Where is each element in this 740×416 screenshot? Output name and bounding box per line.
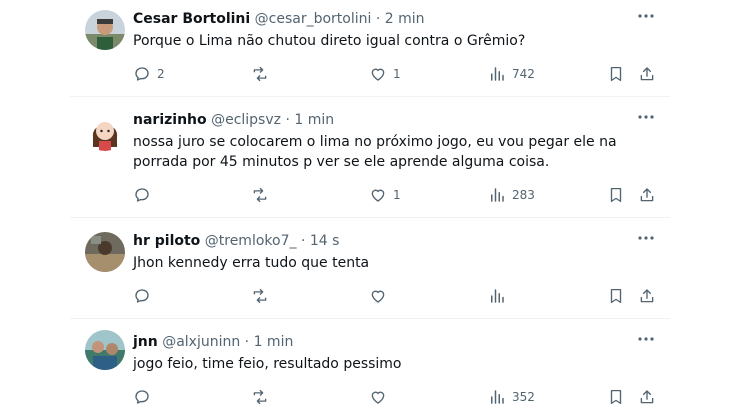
views-count: 283 [512, 188, 535, 202]
share-icon [640, 188, 654, 202]
separator-dot: · [300, 233, 306, 249]
bookmark-button[interactable] [607, 185, 625, 205]
display-name[interactable]: hr piloto [133, 233, 200, 249]
tweet-header: narizinho @eclipsvz · 1 min [133, 111, 334, 129]
like-button[interactable]: 1 [369, 64, 401, 84]
views-button[interactable]: 283 [488, 185, 535, 205]
views-count: 352 [512, 390, 535, 404]
tweet-header: jnn @alxjuninn · 1 min [133, 333, 293, 351]
bookmark-icon [610, 187, 622, 203]
bookmark-icon [610, 389, 622, 405]
tweet-text: nossa juro se colocarem o lima no próxim… [133, 134, 617, 170]
timestamp[interactable]: 1 min [254, 334, 294, 350]
bookmark-icon [610, 66, 622, 82]
divider [70, 217, 670, 218]
share-icon [640, 390, 654, 404]
tweet[interactable]: hr piloto @tremloko7_ · 14 s Jhon kenned… [70, 232, 670, 318]
like-button[interactable]: 1 [369, 185, 401, 205]
views-button[interactable]: 742 [488, 64, 535, 84]
tweet[interactable]: jnn @alxjuninn · 1 min jogo feio, time f… [70, 330, 670, 416]
tweet-header: Cesar Bortolini @cesar_bortolini · 2 min [133, 10, 425, 28]
divider [70, 318, 670, 319]
bookmark-icon [610, 288, 622, 304]
like-count: 1 [393, 67, 401, 81]
like-icon [371, 391, 385, 404]
views-button[interactable]: 352 [488, 387, 535, 407]
like-button[interactable] [369, 286, 393, 306]
more-icon[interactable] [636, 6, 656, 26]
share-button[interactable] [638, 185, 656, 205]
timestamp[interactable]: 2 min [385, 11, 425, 27]
divider [70, 96, 670, 97]
timestamp[interactable]: 14 s [310, 233, 340, 249]
bookmark-button[interactable] [607, 64, 625, 84]
retweet-button[interactable] [251, 64, 275, 84]
reply-feed: Cesar Bortolini @cesar_bortolini · 2 min… [70, 0, 670, 416]
views-icon [491, 188, 504, 202]
avatar[interactable] [85, 10, 125, 50]
retweet-icon [253, 389, 267, 405]
separator-dot: · [244, 334, 250, 350]
reply-button[interactable]: 2 [133, 64, 165, 84]
action-bar [133, 286, 660, 306]
like-button[interactable] [369, 387, 393, 407]
more-icon[interactable] [636, 107, 656, 127]
like-icon [371, 189, 385, 202]
bookmark-button[interactable] [607, 286, 625, 306]
action-bar: 2 1 742 [133, 64, 660, 84]
like-icon [371, 290, 385, 303]
views-icon [491, 390, 504, 404]
user-handle[interactable]: @eclipsvz [211, 112, 281, 128]
retweet-icon [253, 288, 267, 304]
tweet-text: jogo feio, time feio, resultado pessimo [133, 356, 402, 372]
share-icon [640, 289, 654, 303]
retweet-icon [253, 66, 267, 82]
reply-icon [135, 289, 149, 303]
more-icon[interactable] [636, 228, 656, 248]
views-count: 742 [512, 67, 535, 81]
views-icon [491, 289, 504, 303]
share-button[interactable] [638, 387, 656, 407]
more-icon[interactable] [636, 329, 656, 349]
views-icon [491, 67, 504, 81]
bookmark-button[interactable] [607, 387, 625, 407]
separator-dot: · [285, 112, 290, 128]
user-handle[interactable]: @tremloko7_ [205, 233, 297, 249]
action-bar: 352 [133, 387, 660, 407]
reply-icon [135, 188, 149, 202]
action-bar: 1 283 [133, 185, 660, 205]
separator-dot: · [375, 11, 381, 27]
user-handle[interactable]: @alxjuninn [162, 334, 240, 350]
retweet-button[interactable] [251, 185, 275, 205]
reply-button[interactable] [133, 286, 157, 306]
tweet[interactable]: narizinho @eclipsvz · 1 min nossa juro s… [70, 111, 670, 217]
tweet-text: Porque o Lima não chutou direto igual co… [133, 33, 526, 49]
reply-button[interactable] [133, 387, 157, 407]
reply-button[interactable] [133, 185, 157, 205]
like-icon [371, 68, 385, 81]
timestamp[interactable]: 1 min [294, 112, 334, 128]
retweet-button[interactable] [251, 286, 275, 306]
tweet[interactable]: Cesar Bortolini @cesar_bortolini · 2 min… [70, 10, 670, 96]
avatar[interactable] [85, 330, 125, 370]
display-name[interactable]: Cesar Bortolini [133, 11, 250, 27]
retweet-button[interactable] [251, 387, 275, 407]
share-icon [640, 67, 654, 81]
reply-icon [135, 67, 149, 81]
avatar[interactable] [85, 232, 125, 272]
like-count: 1 [393, 188, 401, 202]
avatar[interactable] [85, 111, 125, 151]
tweet-text: Jhon kennedy erra tudo que tenta [133, 255, 370, 271]
tweet-header: hr piloto @tremloko7_ · 14 s [133, 232, 339, 250]
display-name[interactable]: narizinho [133, 112, 207, 128]
retweet-icon [253, 187, 267, 203]
share-button[interactable] [638, 286, 656, 306]
display-name[interactable]: jnn [133, 334, 158, 350]
user-handle[interactable]: @cesar_bortolini [255, 11, 372, 27]
views-button[interactable] [488, 286, 512, 306]
share-button[interactable] [638, 64, 656, 84]
reply-icon [135, 390, 149, 404]
reply-count: 2 [157, 67, 165, 81]
